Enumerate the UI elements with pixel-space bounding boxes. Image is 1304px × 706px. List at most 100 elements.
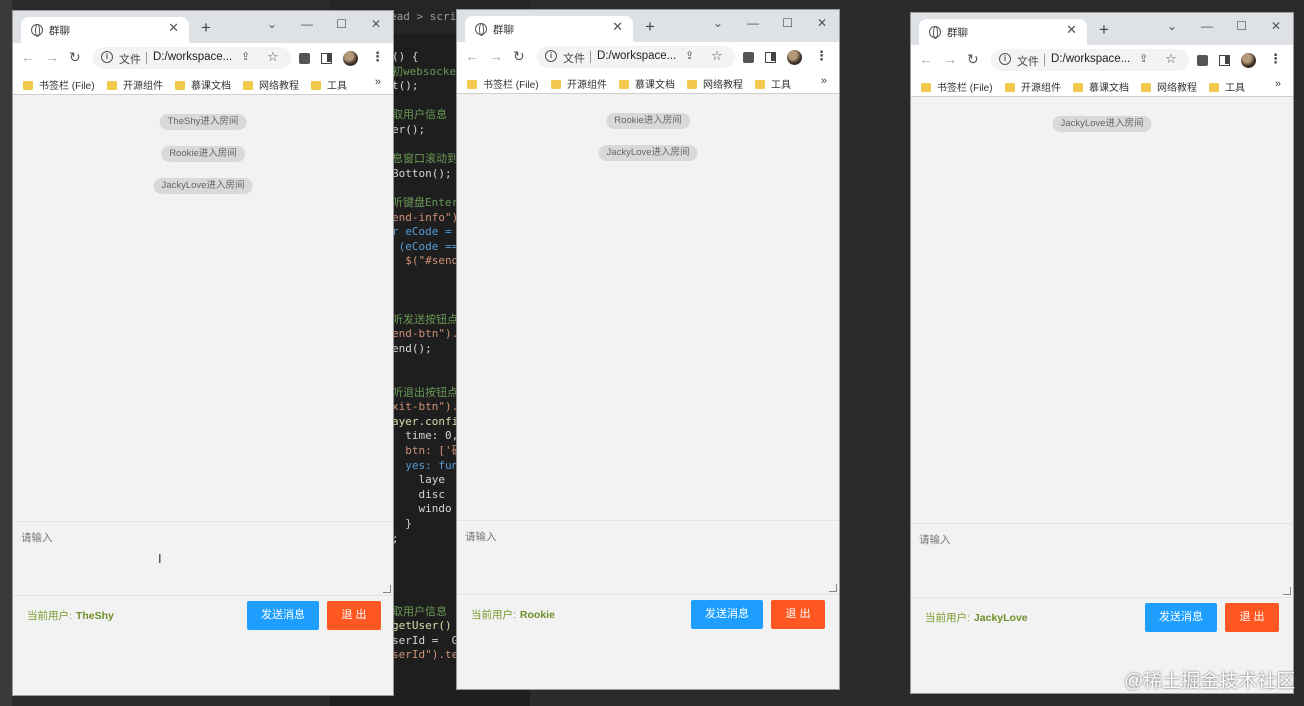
forward-arrow-icon[interactable]: → [943,51,957,67]
browser-toolbar: ← → ↻ i 文件 D:/workspace... ⇪ ☆ ⋮ [911,45,1293,75]
bookmarks-more-icon[interactable]: » [821,75,827,87]
extensions-icon[interactable] [743,52,754,63]
menu-dots-icon[interactable]: ⋮ [815,48,828,64]
editor-breadcrumb[interactable]: ead > scrip [390,10,463,23]
tab-search-chevron-icon[interactable]: ⌄ [267,17,277,31]
address-url[interactable]: D:/workspace... [597,50,676,62]
menu-dots-icon[interactable]: ⋮ [371,49,384,65]
minimize-button[interactable]: — [1201,19,1213,33]
address-file-label: 文件 [563,53,585,65]
maximize-button[interactable]: ☐ [782,16,793,30]
send-message-button[interactable]: 发送消息 [691,600,763,629]
forward-arrow-icon[interactable]: → [489,48,503,64]
address-url[interactable]: D:/workspace... [1051,53,1130,65]
tab-close-icon[interactable]: ✕ [1066,22,1077,38]
new-tab-button[interactable]: + [1099,20,1109,40]
profile-avatar[interactable] [343,51,358,66]
back-arrow-icon[interactable]: ← [21,49,35,65]
share-icon[interactable]: ⇪ [241,50,250,63]
text-cursor-icon: I [158,551,162,566]
message-input[interactable]: 请输入 [457,520,839,595]
exit-button[interactable]: 退 出 [771,600,825,629]
bookmark-item[interactable]: 工具 [1209,79,1245,94]
forward-arrow-icon[interactable]: → [45,49,59,65]
maximize-button[interactable]: ☐ [336,17,347,31]
message-input[interactable]: 请输入 [911,523,1293,598]
browser-tab[interactable]: 群聊 ✕ [21,17,189,43]
address-url[interactable]: D:/workspace... [153,51,232,63]
tab-close-icon[interactable]: ✕ [612,19,623,35]
close-window-button[interactable]: ✕ [1271,19,1281,33]
bookmark-star-icon[interactable]: ☆ [711,48,723,64]
folder-icon [175,81,185,90]
bookmark-item[interactable]: 网络教程 [243,77,299,92]
bookmarks-bar: 书签栏 (File) 开源组件 慕课文档 网络教程 工具 » [457,72,839,94]
bookmark-item[interactable]: 书签栏 (File) [23,77,95,92]
bookmark-item[interactable]: 网络教程 [687,76,743,91]
minimize-button[interactable]: — [747,16,759,30]
maximize-button[interactable]: ☐ [1236,19,1247,33]
tab-close-icon[interactable]: ✕ [168,20,179,36]
info-icon[interactable]: i [101,51,113,63]
close-window-button[interactable]: ✕ [371,17,381,31]
share-icon[interactable]: ⇪ [685,49,694,62]
info-icon[interactable]: i [545,50,557,62]
new-tab-button[interactable]: + [645,17,655,37]
address-bar[interactable]: i 文件 D:/workspace... ⇪ ☆ [537,46,735,68]
bookmarks-more-icon[interactable]: » [375,76,381,88]
browser-tab[interactable]: 群聊 ✕ [465,16,633,42]
side-panel-icon[interactable] [321,53,332,64]
extensions-icon[interactable] [1197,55,1208,66]
side-panel-icon[interactable] [765,52,776,63]
info-icon[interactable]: i [999,53,1011,65]
bookmarks-more-icon[interactable]: » [1275,78,1281,90]
reload-icon[interactable]: ↻ [967,51,979,68]
share-icon[interactable]: ⇪ [1139,52,1148,65]
tab-search-chevron-icon[interactable]: ⌄ [1167,19,1177,33]
bookmark-item[interactable]: 网络教程 [1141,79,1197,94]
bookmark-item[interactable]: 开源组件 [1005,79,1061,94]
minimize-button[interactable]: — [301,17,313,31]
current-user-label: 当前用户: [925,612,970,624]
browser-tab[interactable]: 群聊 ✕ [919,19,1087,45]
bookmark-item[interactable]: 书签栏 (File) [921,79,993,94]
profile-avatar[interactable] [787,50,802,65]
back-arrow-icon[interactable]: ← [465,48,479,64]
exit-button[interactable]: 退 出 [327,601,381,630]
reload-icon[interactable]: ↻ [69,49,81,66]
bookmark-item[interactable]: 慕课文档 [175,77,231,92]
bookmark-star-icon[interactable]: ☆ [267,49,279,65]
resize-grip-icon[interactable] [1283,587,1291,595]
new-tab-button[interactable]: + [201,18,211,38]
bookmark-star-icon[interactable]: ☆ [1165,51,1177,67]
side-panel-icon[interactable] [1219,55,1230,66]
resize-grip-icon[interactable] [383,585,391,593]
close-window-button[interactable]: ✕ [817,16,827,30]
bookmark-item[interactable]: 开源组件 [551,76,607,91]
bookmark-item[interactable]: 书签栏 (File) [467,76,539,91]
bookmark-item[interactable]: 开源组件 [107,77,163,92]
resize-grip-icon[interactable] [829,584,837,592]
back-arrow-icon[interactable]: ← [919,51,933,67]
exit-button[interactable]: 退 出 [1225,603,1279,632]
message-input[interactable]: 请输入 [13,521,393,596]
bookmark-item[interactable]: 慕课文档 [1073,79,1129,94]
extensions-icon[interactable] [299,53,310,64]
menu-dots-icon[interactable]: ⋮ [1269,51,1282,67]
browser-toolbar: ← → ↻ i 文件 D:/workspace... ⇪ ☆ ⋮ [13,43,393,73]
tab-title: 群聊 [493,24,514,36]
bookmark-item[interactable]: 工具 [311,77,347,92]
bookmark-item[interactable]: 慕课文档 [619,76,675,91]
current-user-name: TheShy [75,610,114,622]
reload-icon[interactable]: ↻ [513,48,525,65]
address-bar[interactable]: i 文件 D:/workspace... ⇪ ☆ [93,47,291,69]
send-message-button[interactable]: 发送消息 [1145,603,1217,632]
system-message-pill: JackyLove进入房间 [1052,116,1152,132]
bookmark-item[interactable]: 工具 [755,76,791,91]
address-bar[interactable]: i 文件 D:/workspace... ⇪ ☆ [991,49,1189,71]
tab-search-chevron-icon[interactable]: ⌄ [713,16,723,30]
chat-page: JackyLove进入房间 请输入 当前用户: JackyLove 发送消息 退 … [911,98,1293,693]
address-separator [590,51,591,63]
send-message-button[interactable]: 发送消息 [247,601,319,630]
profile-avatar[interactable] [1241,53,1256,68]
